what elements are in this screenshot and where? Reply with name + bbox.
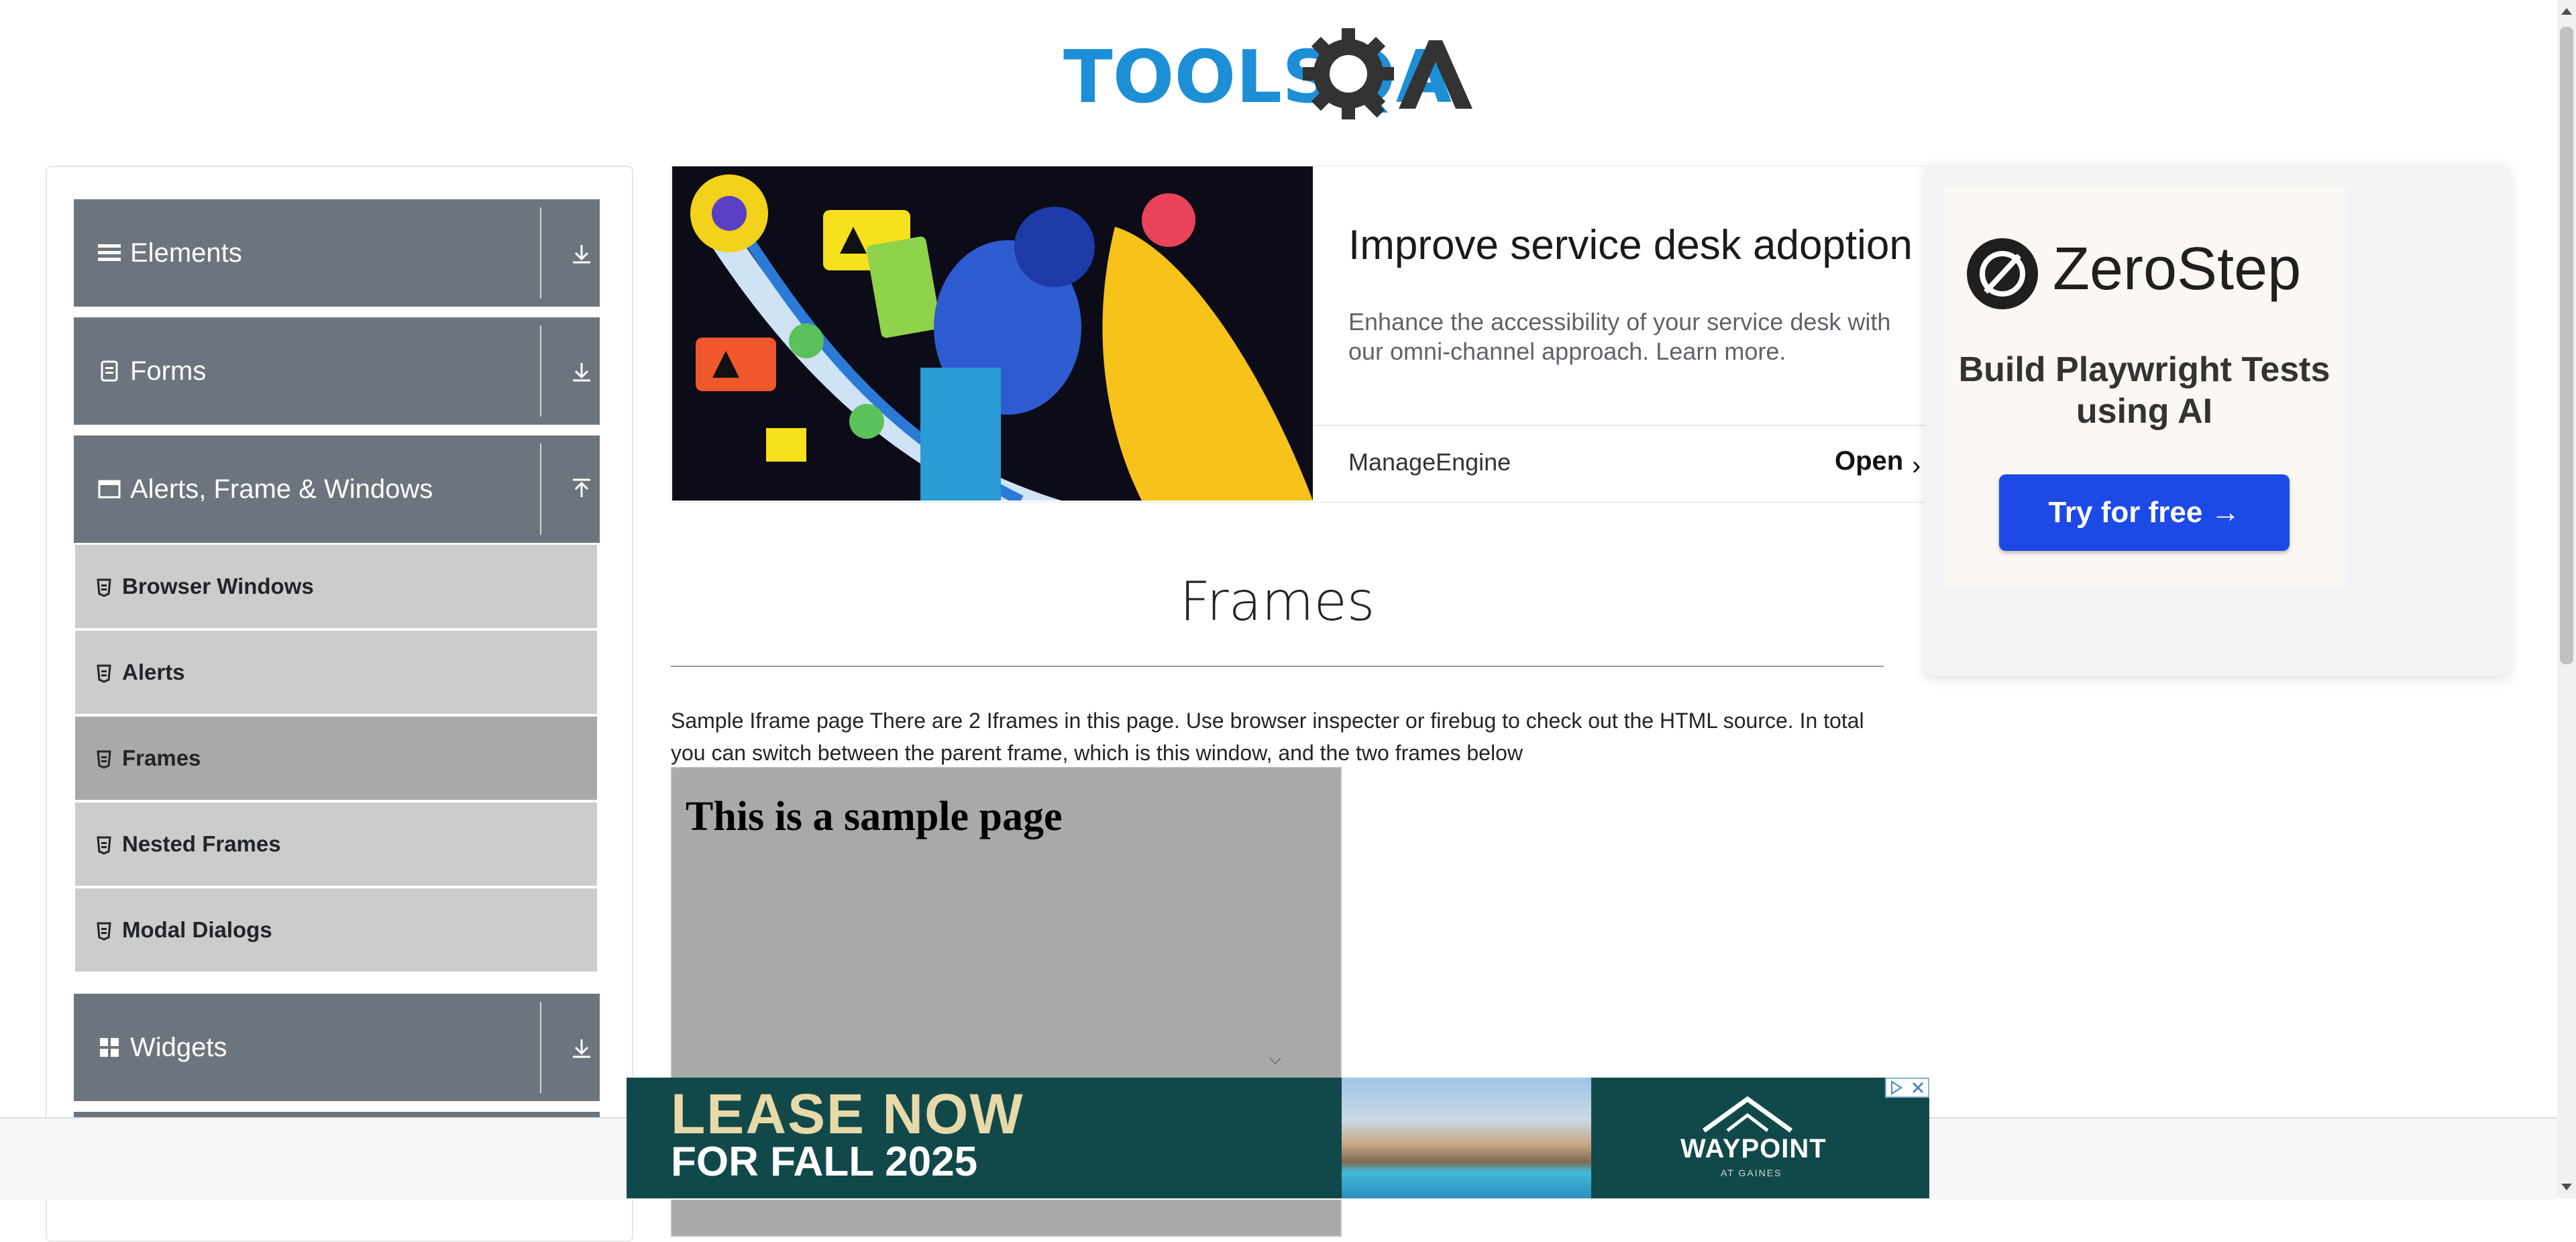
ad-right-tagline: Build Playwright Tests using AI bbox=[1958, 350, 2330, 431]
group-alerts-frame-windows[interactable]: Alerts, Frame & Windows bbox=[74, 435, 600, 543]
menu-item-label: Browser Windows bbox=[122, 574, 314, 599]
group-label: Alerts, Frame & Windows bbox=[130, 474, 433, 504]
group-elements[interactable]: Elements bbox=[74, 199, 600, 307]
chevron-down-icon[interactable] bbox=[1268, 1053, 1283, 1068]
toolsqa-logo[interactable]: TOOLSQA bbox=[1063, 20, 1499, 121]
iframe-heading: This is a sample page bbox=[686, 794, 1063, 839]
html5-shield-icon bbox=[97, 835, 111, 855]
group-label: Widgets bbox=[130, 1032, 227, 1062]
ad-brand[interactable]: ManageEngine bbox=[1348, 448, 1511, 476]
menu-item-nested-frames[interactable]: Nested Frames bbox=[75, 803, 597, 886]
scroll-up-arrow-icon[interactable] bbox=[2561, 8, 2572, 15]
group-label: Elements bbox=[130, 238, 242, 268]
try-for-free-button[interactable]: Try for free → bbox=[1999, 474, 2290, 551]
upload-arrow-icon[interactable] bbox=[569, 477, 594, 503]
ad-bottom-brand-sub: AT GAINES bbox=[1721, 1168, 1782, 1178]
ad-bottom-photo[interactable] bbox=[1342, 1078, 1591, 1198]
menu-item-alerts[interactable]: Alerts bbox=[75, 631, 597, 714]
hamburger-icon bbox=[98, 242, 121, 264]
adchoices-icon[interactable] bbox=[1885, 1078, 1929, 1098]
group-widgets[interactable]: Widgets bbox=[74, 994, 600, 1101]
divider bbox=[540, 1002, 541, 1093]
page-description: Sample Iframe page There are 2 Iframes i… bbox=[671, 709, 1864, 765]
form-doc-icon bbox=[98, 360, 121, 382]
html5-shield-icon bbox=[97, 749, 111, 769]
menu-item-frames[interactable]: Frames bbox=[75, 717, 597, 800]
scrollbar-thumb[interactable] bbox=[2560, 27, 2573, 664]
menu-item-browser-windows[interactable]: Browser Windows bbox=[75, 545, 597, 628]
menu-item-modal-dialogs[interactable]: Modal Dialogs bbox=[75, 888, 597, 972]
logo-gear-icon bbox=[1303, 28, 1394, 119]
ad-illustration[interactable] bbox=[672, 166, 1313, 501]
download-arrow-icon[interactable] bbox=[569, 241, 594, 266]
ad-bottom-brand[interactable]: WAYPOINT bbox=[1680, 1134, 1827, 1164]
divider bbox=[540, 444, 541, 535]
ad-separator bbox=[1313, 425, 1925, 426]
scroll-down-arrow-icon[interactable] bbox=[2561, 1184, 2572, 1190]
chevron-right-icon[interactable]: › bbox=[1912, 451, 1921, 481]
ad-bottom-subheadline[interactable]: FOR FALL 2025 bbox=[671, 1138, 977, 1186]
download-arrow-icon[interactable] bbox=[569, 1035, 594, 1061]
title-divider bbox=[671, 666, 1884, 667]
divider bbox=[540, 207, 541, 299]
ad-title[interactable]: Improve service desk adoption bbox=[1348, 221, 1913, 269]
menu-item-label: Modal Dialogs bbox=[122, 917, 272, 942]
widgets-grid-icon bbox=[98, 1036, 121, 1059]
ad-description[interactable]: Enhance the accessibility of your servic… bbox=[1348, 307, 1925, 366]
menu-item-label: Alerts bbox=[122, 660, 185, 684]
group-forms[interactable]: Forms bbox=[74, 317, 600, 425]
menu-item-label: Frames bbox=[122, 745, 201, 770]
page-title: Frames bbox=[1179, 570, 1375, 633]
zerostep-logo-icon bbox=[1967, 238, 2038, 309]
html5-shield-icon bbox=[97, 663, 111, 683]
group-label: Forms bbox=[130, 356, 207, 386]
ad-open-button[interactable]: Open bbox=[1835, 446, 1903, 476]
html5-shield-icon bbox=[97, 921, 111, 941]
ad-right-brand: ZeroStep bbox=[2053, 236, 2302, 303]
download-arrow-icon[interactable] bbox=[569, 359, 594, 384]
window-icon bbox=[98, 478, 121, 501]
menu-item-label: Nested Frames bbox=[122, 831, 281, 856]
ad-bottom-headline[interactable]: LEASE NOW bbox=[671, 1082, 1024, 1147]
waypoint-roof-icon bbox=[1702, 1096, 1793, 1133]
html5-shield-icon bbox=[97, 577, 111, 597]
divider bbox=[540, 325, 541, 417]
